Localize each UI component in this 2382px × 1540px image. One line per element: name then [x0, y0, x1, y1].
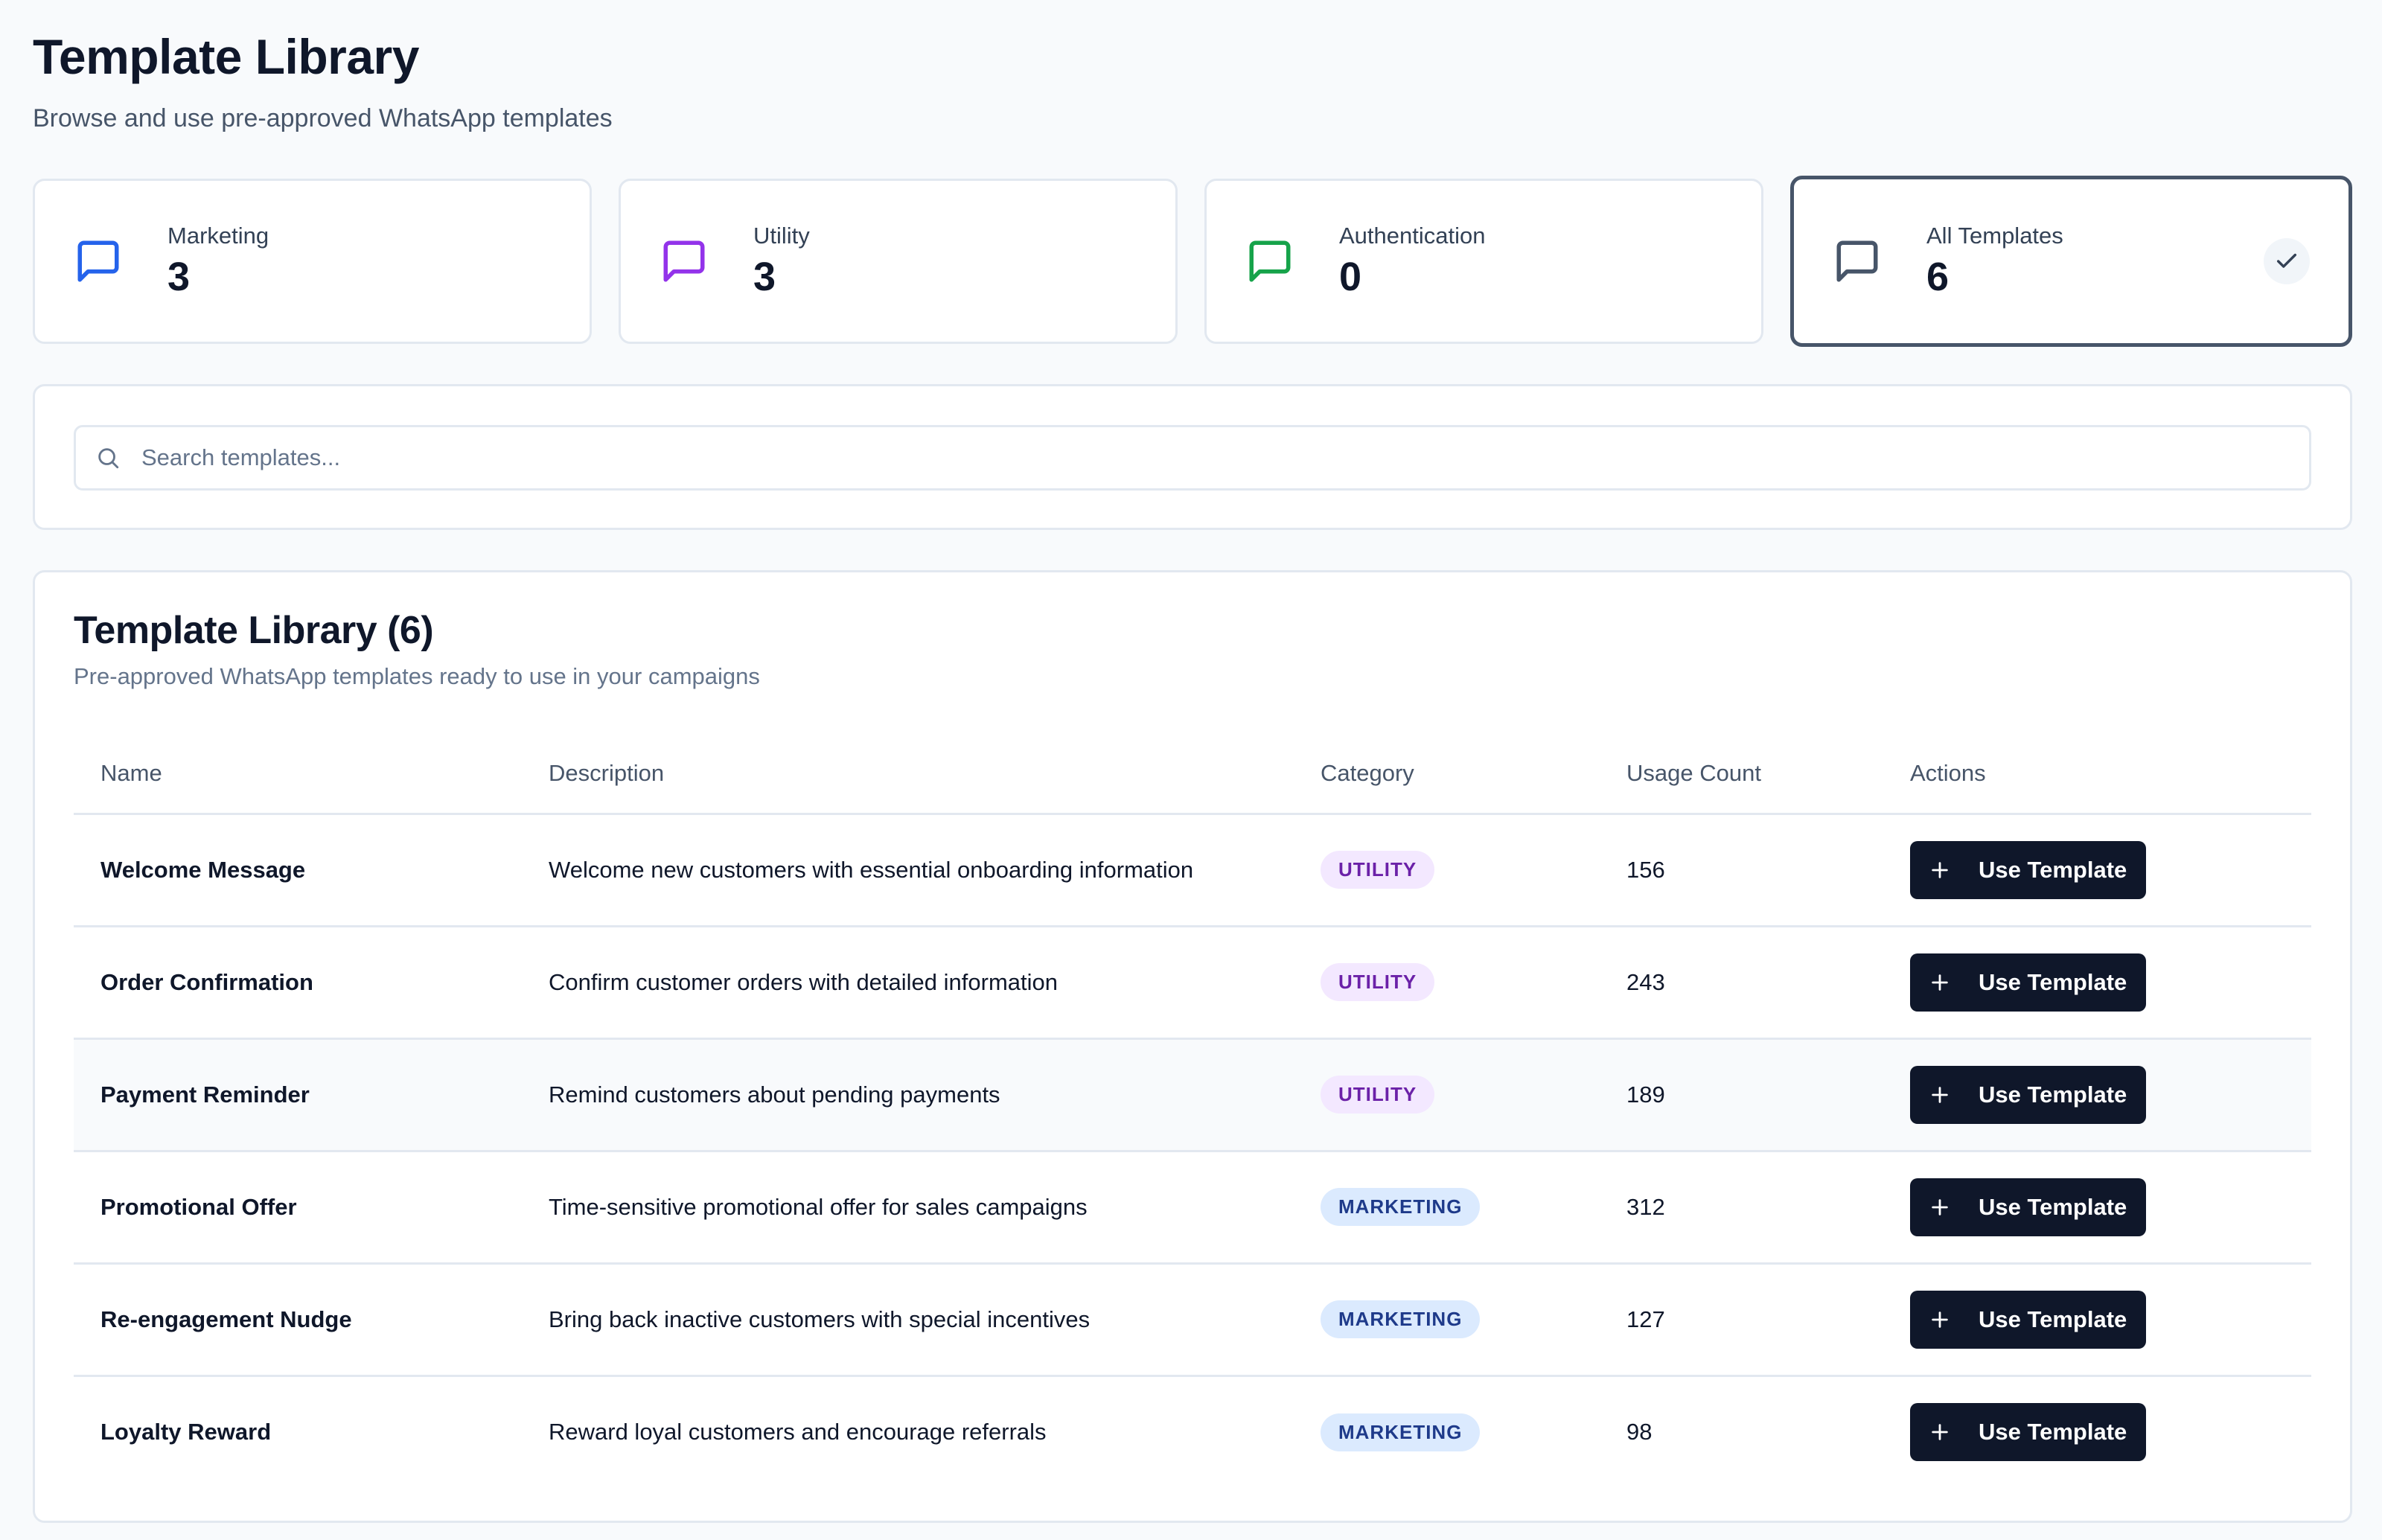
category-cell: UTILITY [1294, 814, 1600, 927]
category-badge: UTILITY [1321, 851, 1435, 889]
actions-cell: Use Template [1883, 1376, 2311, 1488]
template-description: Time-sensitive promotional offer for sal… [522, 1151, 1294, 1265]
use-template-button[interactable]: Use Template [1910, 1290, 2147, 1349]
category-badge: UTILITY [1321, 963, 1435, 1001]
template-name: Loyalty Reward [100, 1419, 272, 1445]
button-label: Use Template [1979, 968, 2127, 995]
actions-cell: Use Template [1883, 1263, 2311, 1377]
library-title: Template Library (6) [74, 609, 434, 652]
template-description: Welcome new customers with essential onb… [522, 814, 1294, 927]
stat-value: 3 [167, 255, 191, 300]
category-stats: Marketing 3 Utility 3 Authentication 0 A… [33, 176, 2352, 347]
category-badge: MARKETING [1321, 1413, 1481, 1451]
plus-icon [1929, 1197, 1950, 1218]
template-description: Confirm customer orders with detailed in… [522, 926, 1294, 1040]
column-header-name: Name [74, 735, 522, 815]
stat-card-all-templates[interactable]: All Templates 6 [1790, 176, 2352, 347]
category-cell: UTILITY [1294, 926, 1600, 1040]
page-subtitle: Browse and use pre-approved WhatsApp tem… [33, 104, 613, 132]
plus-icon [1929, 1084, 1950, 1105]
stat-card-authentication[interactable]: Authentication 0 [1204, 179, 1763, 344]
search-icon [95, 445, 121, 470]
plus-icon [1929, 972, 1950, 993]
plus-icon [1929, 860, 1950, 881]
table-row: Re-engagement Nudge Bring back inactive … [74, 1263, 2311, 1377]
usage-count: 156 [1600, 814, 1883, 927]
template-library-card: Template Library (6) Pre-approved WhatsA… [33, 570, 2352, 1523]
button-label: Use Template [1979, 856, 2127, 883]
template-description: Remind customers about pending payments [522, 1038, 1294, 1152]
usage-count: 127 [1600, 1263, 1883, 1377]
stat-label: Utility [753, 223, 810, 249]
actions-cell: Use Template [1883, 814, 2311, 927]
category-badge: MARKETING [1321, 1188, 1481, 1226]
stat-value: 6 [1926, 255, 1950, 300]
use-template-button[interactable]: Use Template [1910, 1403, 2147, 1462]
stat-label: Authentication [1339, 223, 1486, 249]
button-label: Use Template [1979, 1306, 2127, 1332]
template-library-page: Template Library Browse and use pre-appr… [0, 0, 2382, 1540]
category-cell: UTILITY [1294, 1038, 1600, 1152]
table-row: Welcome Message Welcome new customers wi… [74, 814, 2311, 927]
actions-cell: Use Template [1883, 1038, 2311, 1152]
template-name: Promotional Offer [74, 1151, 522, 1265]
library-subtitle: Pre-approved WhatsApp templates ready to… [74, 663, 760, 689]
table-row: Order Confirmation Confirm customer orde… [74, 926, 2311, 1040]
template-name: Order Confirmation [74, 926, 522, 1040]
template-name: Welcome Message [74, 814, 522, 927]
table-row: Loyalty Reward Reward loyal customers an… [74, 1376, 2311, 1488]
actions-cell: Use Template [1883, 926, 2311, 1040]
button-label: Use Template [1979, 1081, 2127, 1108]
button-label: Use Template [1979, 1419, 2127, 1445]
category-cell: MARKETING [1294, 1263, 1600, 1377]
column-header-usage-count: Usage Count [1600, 735, 1883, 815]
table-header-row: Name Description Category Usage Count Ac… [74, 735, 2311, 815]
use-template-button[interactable]: Use Template [1910, 1065, 2147, 1124]
search-card [33, 384, 2352, 530]
page-title: Template Library [33, 29, 419, 84]
category-badge: UTILITY [1321, 1076, 1435, 1114]
category-badge: MARKETING [1321, 1300, 1481, 1338]
category-cell: MARKETING [1294, 1376, 1600, 1488]
template-name: Payment Reminder [74, 1038, 522, 1152]
templates-table: Name Description Category Usage Count Ac… [74, 735, 2311, 1488]
stat-label: All Templates [1926, 223, 2063, 249]
usage-count: 243 [1600, 926, 1883, 1040]
template-description: Reward loyal customers and encourage ref… [549, 1419, 1047, 1445]
message-square-icon [1833, 237, 1882, 286]
search-box[interactable] [74, 425, 2311, 491]
use-template-button[interactable]: Use Template [1910, 840, 2147, 899]
stat-value: 3 [753, 255, 776, 300]
column-header-description: Description [522, 735, 1294, 815]
stat-card-utility[interactable]: Utility 3 [619, 179, 1178, 344]
use-template-button[interactable]: Use Template [1910, 953, 2147, 1012]
stat-card-marketing[interactable]: Marketing 3 [33, 179, 592, 344]
template-name: Re-engagement Nudge [74, 1263, 522, 1377]
usage-count: 189 [1600, 1038, 1883, 1152]
message-square-icon [660, 237, 709, 286]
category-cell: MARKETING [1294, 1151, 1600, 1265]
message-square-icon [74, 237, 123, 286]
table-row: Payment Reminder Remind customers about … [74, 1038, 2311, 1152]
column-header-category: Category [1294, 735, 1600, 815]
plus-icon [1929, 1309, 1950, 1330]
table-row: Promotional Offer Time-sensitive promoti… [74, 1151, 2311, 1265]
stat-value: 0 [1339, 255, 1362, 300]
search-input[interactable] [141, 444, 2309, 471]
plus-icon [1929, 1422, 1950, 1442]
usage-count: 98 [1626, 1419, 1653, 1445]
actions-cell: Use Template [1883, 1151, 2311, 1265]
use-template-button[interactable]: Use Template [1910, 1178, 2147, 1236]
column-header-actions: Actions [1883, 735, 2311, 815]
stat-label: Marketing [167, 223, 269, 249]
button-label: Use Template [1979, 1193, 2127, 1220]
usage-count: 312 [1600, 1151, 1883, 1265]
template-description: Bring back inactive customers with speci… [522, 1263, 1294, 1377]
check-icon [2264, 238, 2310, 284]
message-square-icon [1245, 237, 1294, 286]
